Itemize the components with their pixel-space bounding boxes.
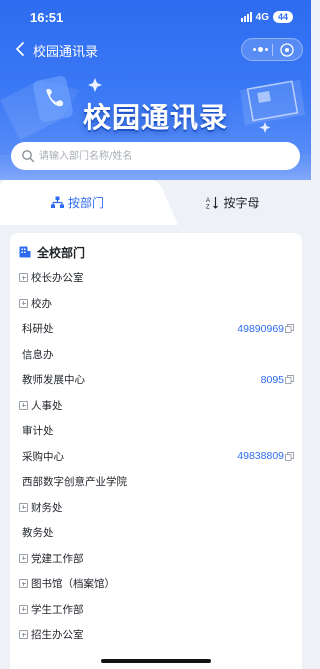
department-row[interactable]: 党建工作部 — [10, 546, 302, 572]
phone-number: 49890969 — [237, 322, 284, 335]
nav-bar: 校园通讯录 — [0, 34, 311, 66]
more-icon[interactable] — [251, 39, 269, 60]
sort-alpha-icon: A Z — [206, 197, 219, 210]
department-row[interactable]: 西部数字创意产业学院 — [10, 469, 302, 495]
tab-bar: 按部门 A Z 按字母 — [0, 180, 311, 225]
phone-number: 8095 — [260, 373, 284, 386]
department-name: 人事处 — [31, 399, 63, 412]
department-name: 党建工作部 — [31, 552, 84, 565]
expand-icon[interactable] — [19, 553, 28, 563]
department-name: 图书馆（档案馆） — [31, 578, 115, 591]
department-row[interactable]: 采购中心 49838809 — [10, 444, 302, 470]
department-name: 信息办 — [22, 348, 54, 361]
expand-icon[interactable] — [19, 630, 28, 639]
department-row[interactable]: 校长办公室 — [10, 265, 302, 291]
card-title: 全校部门 — [37, 245, 86, 260]
expand-icon[interactable] — [19, 298, 28, 308]
card-header: 全校部门 — [19, 241, 85, 263]
search-icon — [22, 150, 35, 163]
department-row[interactable]: 学生工作部 — [10, 597, 302, 623]
tab-by-department[interactable]: 按部门 — [0, 180, 155, 225]
phone-number-link[interactable]: 49838809 — [237, 450, 294, 462]
nav-title: 校园通讯录 — [33, 45, 99, 60]
capsule-divider — [272, 44, 273, 56]
network-type: 4G — [255, 11, 269, 23]
svg-text:Z: Z — [206, 205, 210, 210]
back-icon[interactable] — [13, 40, 29, 58]
expand-icon[interactable] — [19, 604, 28, 614]
copy-icon[interactable] — [285, 451, 294, 461]
expand-icon[interactable] — [19, 400, 28, 410]
status-time: 16:51 — [30, 10, 64, 25]
tab-label: 按部门 — [67, 196, 104, 210]
signal-icon — [240, 12, 252, 22]
department-card: 全校部门 校长办公室校办科研处 49890969 信息办教师发展中心 8095 人事处审… — [10, 233, 302, 669]
department-row[interactable]: 教师发展中心 8095 — [10, 367, 302, 393]
close-icon[interactable] — [279, 42, 295, 58]
search-input[interactable] — [39, 142, 289, 170]
department-name: 审计处 — [22, 425, 54, 438]
copy-icon[interactable] — [285, 375, 294, 385]
phone-number: 49838809 — [237, 450, 284, 463]
department-name: 科研处 — [22, 323, 54, 336]
phone-number-link[interactable]: 49890969 — [237, 323, 294, 335]
department-name: 教务处 — [22, 527, 54, 540]
tab-label: 按字母 — [223, 196, 260, 210]
department-row[interactable]: 招生办公室 — [10, 622, 302, 648]
copy-icon[interactable] — [285, 324, 294, 334]
department-row[interactable]: 财务处 — [10, 495, 302, 521]
department-row[interactable]: 人事处 — [10, 393, 302, 419]
department-row[interactable]: 校办 — [10, 291, 302, 317]
department-name: 校办 — [31, 297, 52, 310]
department-name: 校长办公室 — [31, 272, 84, 285]
department-row[interactable]: 审计处 — [10, 418, 302, 444]
department-name: 教师发展中心 — [22, 374, 85, 387]
expand-icon[interactable] — [19, 273, 28, 282]
svg-text:A: A — [206, 198, 210, 204]
department-name: 招生办公室 — [31, 629, 84, 642]
department-name: 采购中心 — [22, 450, 64, 463]
department-row[interactable]: 图书馆（档案馆） — [10, 571, 302, 597]
mini-program-capsule — [241, 38, 303, 61]
search-bar[interactable] — [11, 142, 300, 170]
status-indicators: 4G 44 — [240, 11, 293, 23]
hero-title: 校园通讯录 — [82, 101, 228, 134]
home-indicator — [101, 659, 211, 663]
phone-number-link[interactable]: 8095 — [261, 374, 294, 386]
department-row[interactable]: 科研处 49890969 — [10, 316, 302, 342]
department-name: 学生工作部 — [31, 603, 84, 616]
org-chart-icon — [50, 196, 64, 208]
status-bar: 16:51 4G 44 — [0, 0, 311, 34]
department-name: 西部数字创意产业学院 — [22, 476, 127, 489]
expand-icon[interactable] — [19, 579, 28, 588]
department-row[interactable]: 信息办 — [10, 342, 302, 368]
battery-icon: 44 — [272, 11, 293, 23]
building-icon — [19, 246, 31, 258]
expand-icon[interactable] — [19, 502, 28, 512]
department-row[interactable]: 教务处 — [10, 520, 302, 546]
department-list: 校长办公室校办科研处 49890969 信息办教师发展中心 8095 人事处审计处采购中… — [10, 265, 302, 648]
tab-by-letter[interactable]: A Z 按字母 — [155, 180, 311, 225]
department-name: 财务处 — [31, 501, 63, 514]
